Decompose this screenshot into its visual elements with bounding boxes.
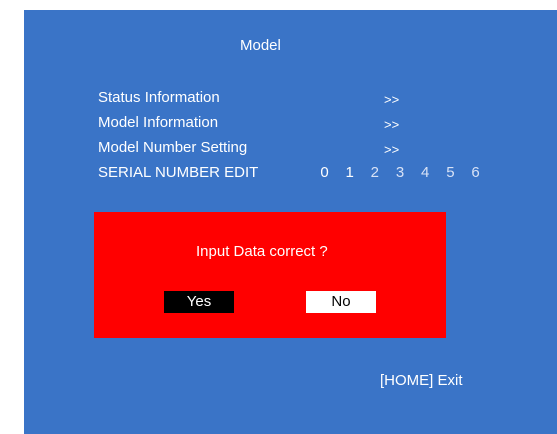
serial-number-digits[interactable]: 0 1 2 3 4 5 6 [314, 164, 486, 181]
confirm-dialog: Input Data correct ? Yes No [94, 212, 446, 338]
menu-item-label: Status Information [98, 89, 220, 106]
serial-digit[interactable]: 1 [339, 164, 360, 181]
menu-item-label: SERIAL NUMBER EDIT [98, 164, 259, 181]
serial-digit[interactable]: 2 [364, 164, 385, 181]
serial-digit[interactable]: 6 [465, 164, 486, 181]
serial-digit[interactable]: 3 [390, 164, 411, 181]
menu-item-label: Model Information [98, 114, 219, 131]
serial-digit[interactable]: 4 [415, 164, 436, 181]
no-button[interactable]: No [306, 291, 376, 313]
serial-digit[interactable]: 5 [440, 164, 461, 181]
submenu-arrow-icon: >> [384, 92, 400, 107]
dialog-message: Input Data correct ? [196, 243, 328, 260]
menu-item-model-number-setting[interactable]: Model Number Setting [98, 139, 247, 156]
home-exit-hint: [HOME] Exit [380, 372, 463, 389]
osd-screen: Model Status Information >> Model Inform… [24, 10, 557, 434]
submenu-arrow-icon: >> [384, 117, 400, 132]
submenu-arrow-icon: >> [384, 142, 400, 157]
menu-item-status-information[interactable]: Status Information [98, 89, 220, 106]
yes-button[interactable]: Yes [164, 291, 234, 313]
menu-item-label: Model Number Setting [98, 139, 248, 156]
menu-item-serial-number-edit[interactable]: SERIAL NUMBER EDIT [98, 164, 258, 181]
menu-item-model-information[interactable]: Model Information [98, 114, 218, 131]
serial-digit[interactable]: 0 [314, 164, 335, 181]
page-title: Model [240, 37, 281, 54]
